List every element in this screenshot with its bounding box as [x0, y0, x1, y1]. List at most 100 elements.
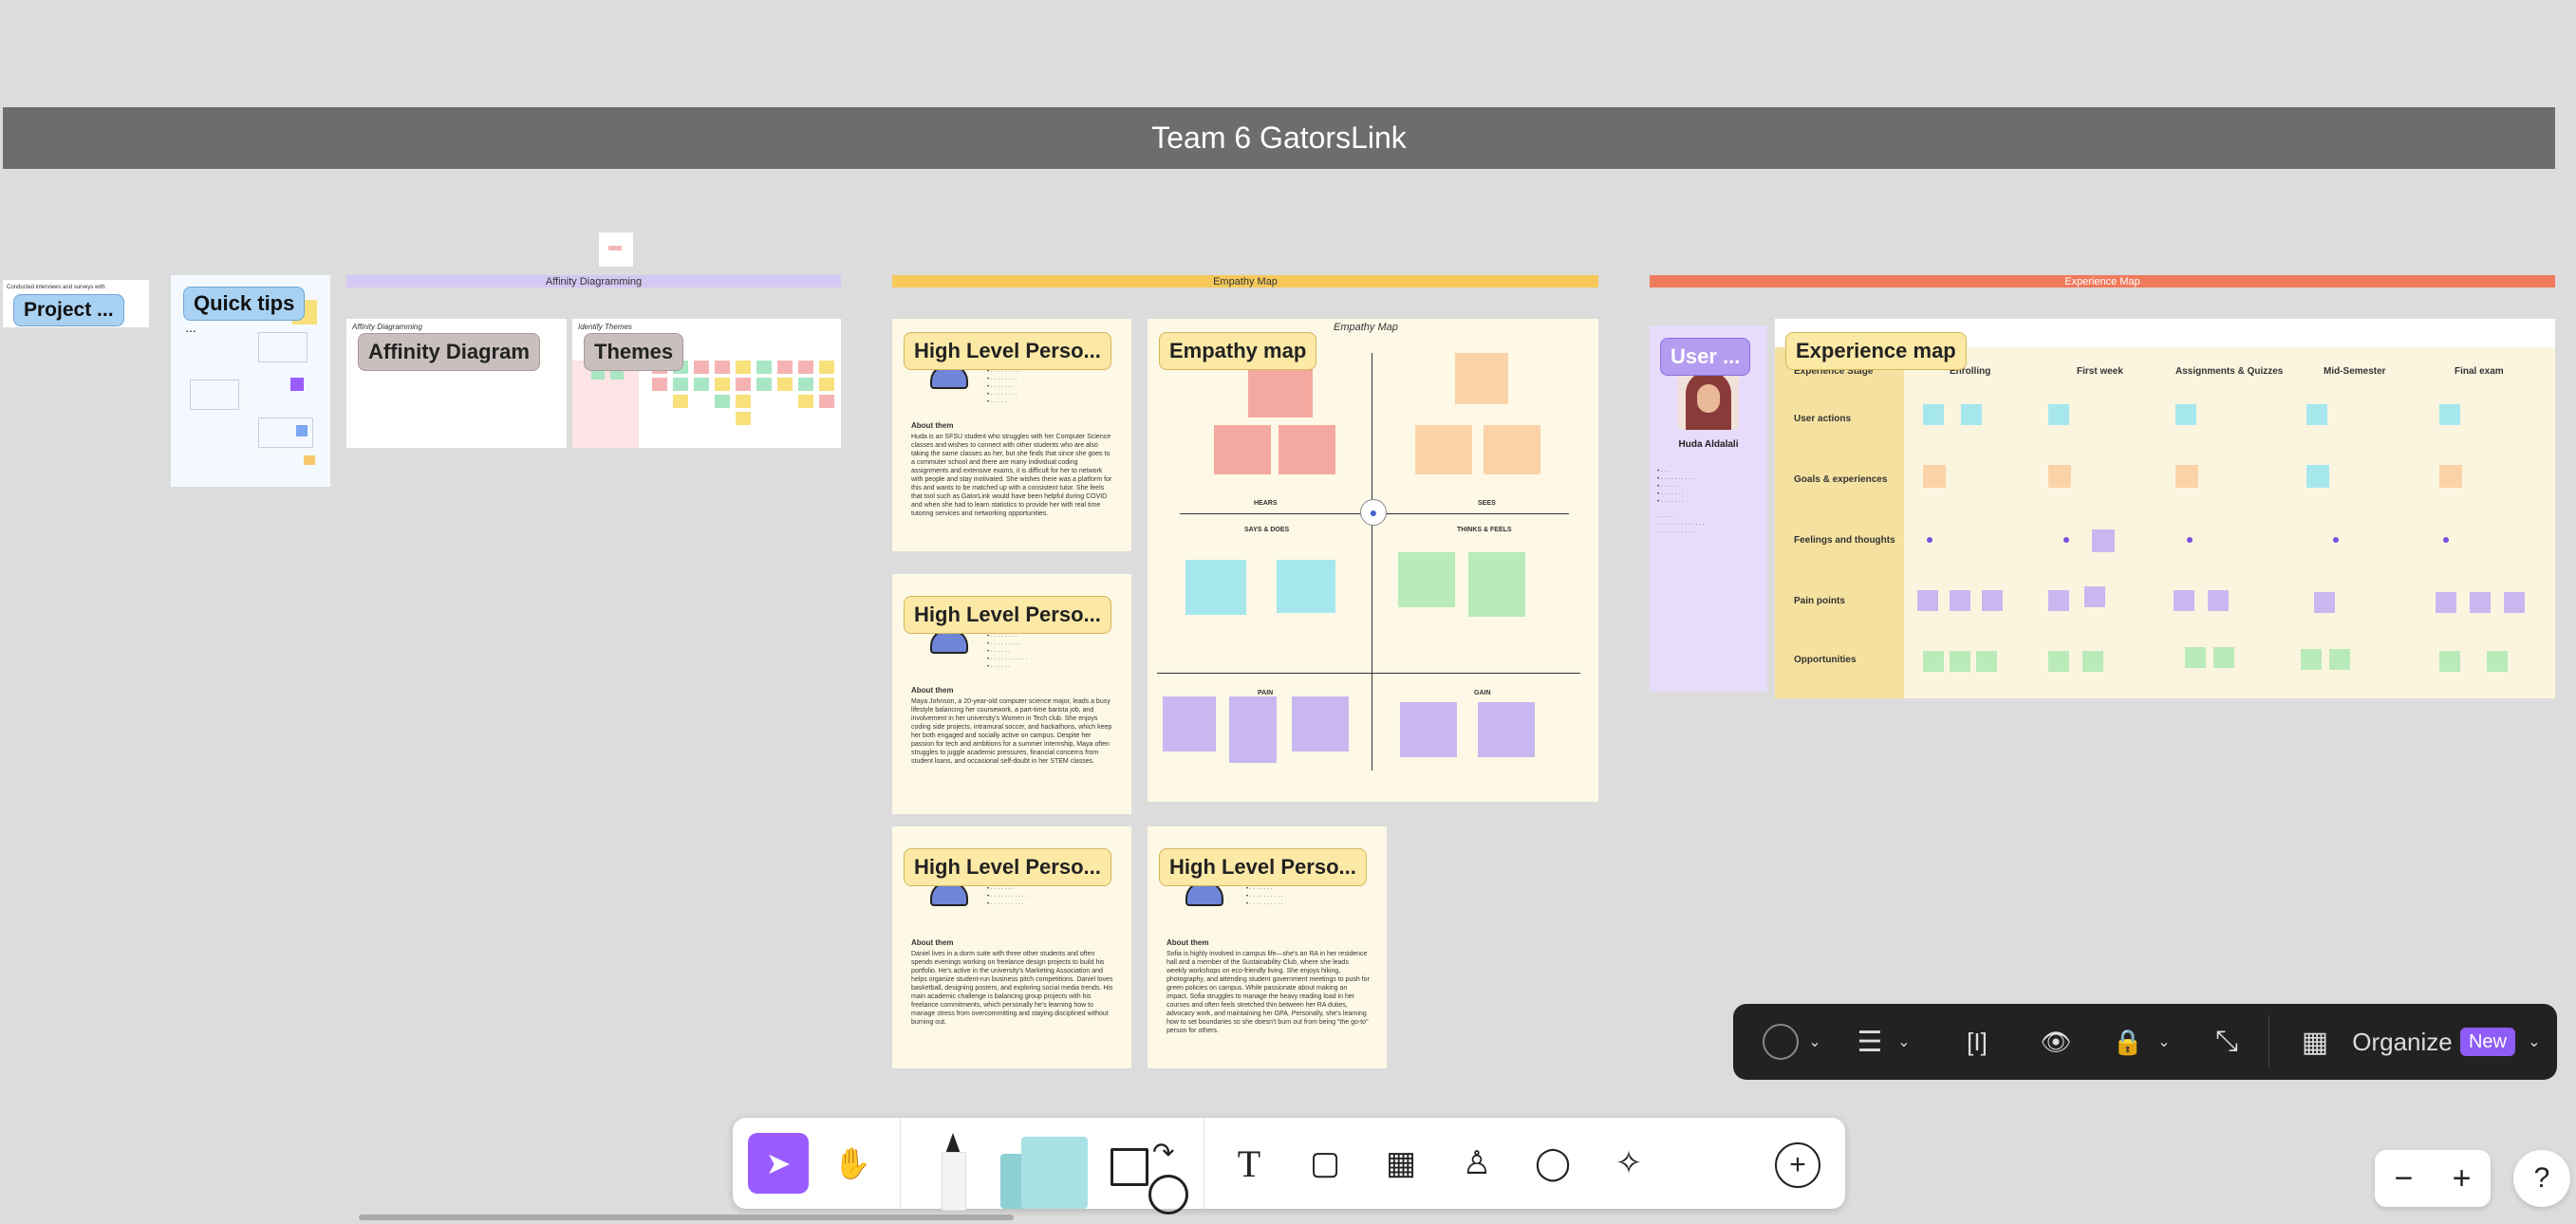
- persona-tag-2[interactable]: High Level Perso...: [904, 596, 1111, 634]
- pen-tool-button[interactable]: [942, 1133, 966, 1211]
- goal-sticky[interactable]: [2439, 465, 2462, 488]
- opportunity-sticky[interactable]: [2487, 651, 2508, 672]
- pain-sticky[interactable]: [1229, 696, 1277, 763]
- feeling-sticky[interactable]: [2092, 529, 2115, 552]
- ai-tool-button[interactable]: ✧: [1602, 1137, 1655, 1190]
- says-sticky[interactable]: [1185, 560, 1246, 615]
- pain-sticky[interactable]: [1292, 696, 1349, 751]
- eye-icon[interactable]: 👁: [2035, 1023, 2077, 1061]
- opportunity-sticky[interactable]: [2082, 651, 2103, 672]
- sees-sticky[interactable]: [1415, 425, 1472, 474]
- action-sticky[interactable]: [2175, 404, 2196, 425]
- note-mark: [608, 246, 622, 250]
- pain-point-sticky[interactable]: [2470, 592, 2491, 613]
- frame-tool-button[interactable]: ▢: [1298, 1137, 1352, 1190]
- grid-icon[interactable]: ▦: [2295, 1023, 2335, 1061]
- more-tools-button[interactable]: +: [1775, 1142, 1820, 1188]
- comment-icon: ◯: [1534, 1145, 1572, 1181]
- horizontal-scrollbar[interactable]: [359, 1215, 1014, 1220]
- opportunity-sticky[interactable]: [2329, 649, 2350, 670]
- pain-point-sticky[interactable]: [1950, 590, 1970, 611]
- floating-note[interactable]: [598, 232, 634, 268]
- opportunity-sticky[interactable]: [2301, 649, 2322, 670]
- action-sticky[interactable]: [2048, 404, 2069, 425]
- quick-tips-tag[interactable]: Quick tips: [183, 287, 306, 321]
- lock-icon[interactable]: 🔒: [2109, 1023, 2147, 1061]
- sticky-note-tool-button[interactable]: [1000, 1137, 1092, 1209]
- pain-point-sticky[interactable]: [2084, 586, 2105, 607]
- says-sticky[interactable]: [1277, 560, 1335, 613]
- goal-sticky[interactable]: [2048, 465, 2071, 488]
- section-bar-experience[interactable]: Experience Map: [1650, 275, 2555, 287]
- persona-tag-1[interactable]: High Level Perso...: [904, 332, 1111, 370]
- sees-sticky[interactable]: [1455, 353, 1508, 404]
- stroke-style-icon[interactable]: ☰: [1851, 1023, 1889, 1061]
- text-tool-button[interactable]: T: [1223, 1137, 1276, 1190]
- pain-point-sticky[interactable]: [2504, 592, 2525, 613]
- text-resize-icon[interactable]: [I]: [1953, 1023, 2001, 1061]
- hears-sticky[interactable]: [1248, 362, 1313, 417]
- collapse-icon[interactable]: ⤡: [2206, 1023, 2248, 1061]
- goal-sticky[interactable]: [1923, 465, 1946, 488]
- goal-sticky[interactable]: [2175, 465, 2198, 488]
- project-tag[interactable]: Project ...: [13, 294, 124, 326]
- thinks-sticky[interactable]: [1398, 552, 1455, 607]
- section-bar-affinity[interactable]: Affinity Diagramming: [346, 275, 841, 287]
- hears-sticky[interactable]: [1214, 425, 1271, 474]
- gain-sticky[interactable]: [1400, 702, 1457, 757]
- action-sticky[interactable]: [1961, 404, 1982, 425]
- empathy-map-tag[interactable]: Empathy map: [1159, 332, 1317, 370]
- opportunity-sticky[interactable]: [1923, 651, 1944, 672]
- row-header: Feelings and thoughts: [1794, 535, 1895, 546]
- opportunity-sticky[interactable]: [2213, 647, 2234, 668]
- organize-button[interactable]: Organize: [2350, 1023, 2455, 1061]
- affinity-diagram-tag[interactable]: Affinity Diagram: [358, 333, 540, 371]
- action-sticky[interactable]: [2439, 404, 2460, 425]
- chevron-down-icon[interactable]: ⌄: [1805, 1023, 1824, 1061]
- gain-sticky[interactable]: [1478, 702, 1535, 757]
- zoom-out-button[interactable]: −: [2395, 1160, 2414, 1197]
- goal-sticky[interactable]: [2306, 465, 2329, 488]
- pain-point-sticky[interactable]: [2208, 590, 2229, 611]
- pain-point-sticky[interactable]: [2314, 592, 2335, 613]
- persona-tag-3[interactable]: High Level Perso...: [904, 848, 1111, 886]
- user-frame[interactable]: Huda Aldalali • · · · • · · · · · · · · ·…: [1650, 325, 1767, 692]
- stamp-tool-button[interactable]: ♙: [1450, 1137, 1503, 1190]
- pain-point-sticky[interactable]: [1917, 590, 1938, 611]
- user-tag[interactable]: User ...: [1660, 338, 1751, 376]
- empathy-map-frame[interactable]: Empathy Map ● HEARS SEES SAYS & DOES THI…: [1148, 319, 1598, 802]
- opportunity-sticky[interactable]: [2439, 651, 2460, 672]
- opportunity-sticky[interactable]: [1950, 651, 1970, 672]
- opportunity-sticky[interactable]: [1976, 651, 1997, 672]
- pain-point-sticky[interactable]: [2436, 592, 2456, 613]
- new-badge: New: [2460, 1028, 2515, 1056]
- pain-point-sticky[interactable]: [2048, 590, 2069, 611]
- opportunity-sticky[interactable]: [2048, 651, 2069, 672]
- shape-tool-button[interactable]: ↷: [1111, 1137, 1188, 1215]
- hand-tool-button[interactable]: ✋: [826, 1137, 879, 1190]
- themes-tag[interactable]: Themes: [584, 333, 684, 371]
- action-sticky[interactable]: [1923, 404, 1944, 425]
- pain-point-sticky[interactable]: [1982, 590, 2003, 611]
- select-tool-button[interactable]: ➤: [748, 1133, 809, 1194]
- hears-sticky[interactable]: [1279, 425, 1335, 474]
- board-title-bar[interactable]: Team 6 GatorsLink: [3, 107, 2555, 169]
- chevron-down-icon[interactable]: ⌄: [2155, 1023, 2174, 1061]
- pain-sticky[interactable]: [1163, 696, 1216, 751]
- section-bar-empathy[interactable]: Empathy Map: [892, 275, 1598, 287]
- pain-point-sticky[interactable]: [2174, 590, 2194, 611]
- chevron-down-icon[interactable]: ⌄: [1895, 1023, 1913, 1061]
- opportunity-sticky[interactable]: [2185, 647, 2206, 668]
- persona-tag-4[interactable]: High Level Perso...: [1159, 848, 1367, 886]
- help-button[interactable]: ?: [2513, 1150, 2570, 1207]
- thinks-sticky[interactable]: [1468, 552, 1525, 617]
- chevron-down-icon[interactable]: ⌄: [2525, 1023, 2544, 1061]
- sees-sticky[interactable]: [1484, 425, 1540, 474]
- comment-tool-button[interactable]: ◯: [1526, 1137, 1579, 1190]
- zoom-in-button[interactable]: +: [2453, 1160, 2472, 1197]
- experience-map-frame[interactable]: Experience Stage Enrolling First week As…: [1775, 319, 2555, 698]
- experience-map-tag[interactable]: Experience map: [1785, 332, 1967, 370]
- table-tool-button[interactable]: ▦: [1374, 1137, 1428, 1190]
- action-sticky[interactable]: [2306, 404, 2327, 425]
- color-picker-button[interactable]: [1762, 1023, 1800, 1061]
